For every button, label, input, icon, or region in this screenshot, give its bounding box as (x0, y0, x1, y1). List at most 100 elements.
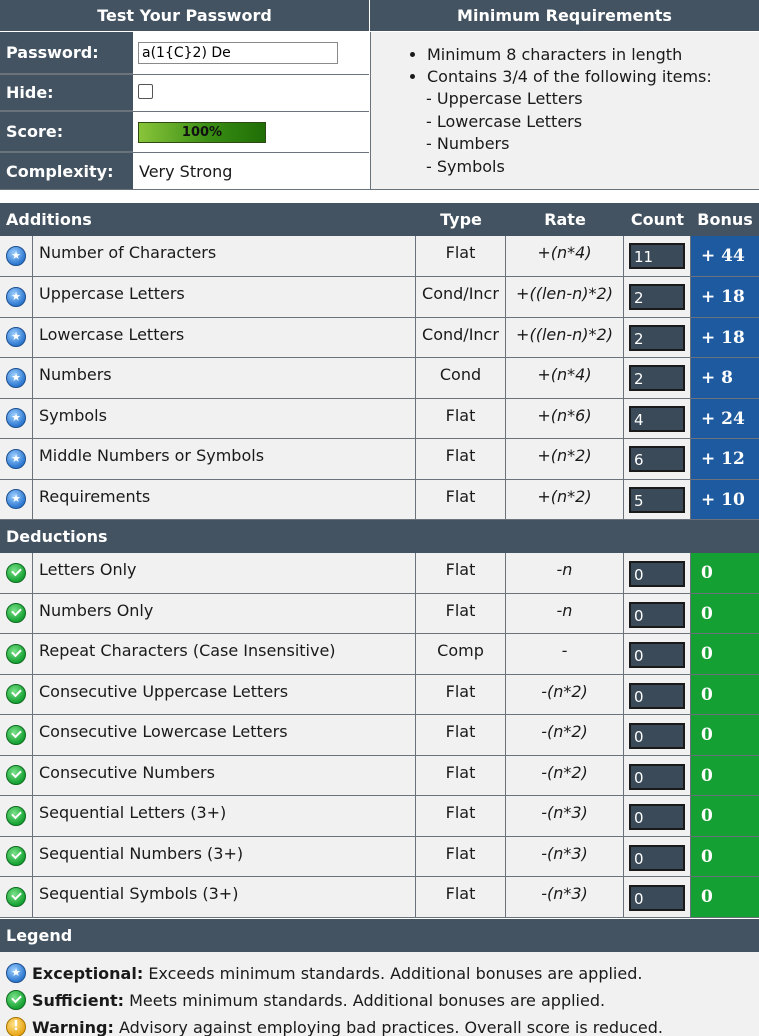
count-field: 6 (629, 446, 685, 472)
exceptional-icon: ★ (6, 963, 26, 983)
bonus-value: + 24 (691, 398, 759, 439)
exceptional-icon: ★ (6, 408, 26, 429)
criterion-name: Lowercase Letters (33, 317, 416, 358)
count-field: 0 (629, 763, 685, 790)
additions-row: ★ Middle Numbers or Symbols Flat +(n*2) 6 + 1… (0, 439, 759, 480)
complexity-value: Very Strong (139, 162, 233, 181)
requirement-item: Contains 3/4 of the following items: - U… (426, 66, 759, 178)
hide-row: Hide: (0, 75, 369, 112)
deductions-header: Deductions (0, 520, 759, 553)
bonus-value: + 18 (691, 277, 759, 318)
criterion-name: Consecutive Lowercase Letters (33, 715, 416, 756)
criterion-rate: -(n*2) (506, 755, 624, 796)
password-input[interactable] (138, 42, 338, 64)
legend-item: ★ Exceptional: Exceeds minimum standards.… (6, 960, 642, 986)
bonus-value: + 44 (691, 236, 759, 277)
criterion-rate: -n (506, 553, 624, 594)
additions-header: Additions (6, 210, 92, 229)
count-header: Count (630, 210, 685, 229)
count-field: 2 (629, 365, 685, 391)
criterion-type: Comp (416, 634, 506, 675)
criterion-rate: +((len-n)*2) (506, 277, 624, 318)
sub-requirement-item: - Lowercase Letters (426, 111, 583, 131)
bonus-value: + 8 (691, 358, 759, 399)
sufficient-icon (6, 765, 26, 786)
test-password-section: Test Your Password Minimum Requirements … (0, 0, 759, 190)
criterion-type: Flat (416, 439, 506, 480)
sufficient-icon (6, 562, 26, 583)
deductions-row: Consecutive Uppercase Letters Flat -(n*2) 0… (0, 674, 759, 715)
count-field: 4 (629, 405, 685, 432)
sufficient-icon (6, 684, 26, 705)
score-bar: 100% (138, 121, 266, 143)
bonus-value: + 18 (691, 317, 759, 358)
test-password-header: Test Your Password (0, 0, 369, 31)
sub-requirement-item: - Symbols (426, 156, 505, 176)
password-label: Password: (0, 32, 133, 74)
criterion-name: Uppercase Letters (33, 277, 416, 318)
deductions-row: Consecutive Lowercase Letters Flat -(n*2) 0… (0, 715, 759, 756)
criterion-type: Cond/Incr (416, 317, 506, 358)
additions-row: ★ Symbols Flat +(n*6) 4 + 24 (0, 398, 759, 439)
criterion-rate: -(n*2) (506, 715, 624, 756)
legend-description: Advisory against employing bad practices… (113, 1017, 663, 1036)
bonus-value: 0 (691, 796, 759, 837)
criterion-type: Cond (416, 358, 506, 399)
criterion-type: Flat (416, 398, 506, 439)
count-field: 0 (629, 723, 685, 749)
criterion-name: Symbols (33, 398, 416, 439)
sub-requirement-item: - Uppercase Letters (426, 89, 583, 108)
type-header: Type (440, 210, 482, 229)
rate-header: Rate (544, 210, 586, 229)
count-field: 0 (629, 601, 685, 628)
count-field: 0 (629, 804, 685, 830)
legend-description: Meets minimum standards. Additional bonu… (124, 990, 606, 1010)
criterion-rate: +(n*2) (506, 439, 624, 480)
exceptional-icon: ★ (6, 489, 26, 510)
sufficient-icon (6, 805, 26, 826)
complexity-row: Complexity: Very Strong (0, 153, 369, 190)
complexity-label: Complexity: (0, 153, 133, 190)
password-row: Password: (0, 32, 369, 75)
criterion-name: Middle Numbers or Symbols (33, 439, 416, 480)
legend-item: ! Warning: Advisory against employing bad… (6, 1014, 663, 1036)
bonus-value: + 10 (691, 479, 759, 520)
hide-checkbox[interactable] (138, 83, 153, 99)
bonus-value: 0 (691, 674, 759, 715)
deductions-row: Letters Only Flat -n 0 0 (0, 553, 759, 594)
bonus-value: 0 (691, 755, 759, 796)
criterion-rate: +(n*6) (506, 398, 624, 439)
bonus-value: 0 (691, 877, 759, 918)
exceptional-icon: ★ (6, 448, 26, 469)
exceptional-icon: ★ (6, 246, 26, 266)
criterion-name: Sequential Symbols (3+) (33, 877, 416, 918)
criterion-rate: -n (506, 593, 624, 634)
criterion-name: Requirements (33, 479, 416, 520)
deductions-row: Sequential Numbers (3+) Flat -(n*3) 0 0 (0, 836, 759, 877)
exceptional-icon: ★ (6, 286, 26, 307)
bonus-value: + 12 (691, 439, 759, 480)
criterion-type: Flat (416, 755, 506, 796)
minimum-requirements-panel: Minimum 8 characters in length Contains … (370, 32, 759, 189)
criterion-name: Numbers Only (33, 593, 416, 634)
criterion-rate: - (506, 634, 624, 675)
sufficient-icon (6, 603, 26, 624)
score-label: Score: (0, 112, 133, 152)
criterion-name: Sequential Numbers (3+) (33, 836, 416, 877)
criterion-name: Number of Characters (33, 236, 416, 277)
count-field: 0 (629, 885, 685, 911)
bonus-value: 0 (691, 634, 759, 675)
count-field: 2 (629, 324, 685, 351)
table-header-row: Additions Type Rate Count Bonus (0, 203, 759, 236)
criterion-name: Letters Only (33, 553, 416, 594)
legend: ★ Exceptional: Exceeds minimum standards.… (0, 952, 759, 1036)
criterion-type: Flat (416, 715, 506, 756)
criterion-rate: +(n*4) (506, 358, 624, 399)
count-field: 0 (629, 844, 685, 871)
count-field: 11 (629, 243, 685, 269)
hide-label: Hide: (0, 75, 133, 111)
deductions-row: Repeat Characters (Case Insensitive) Comp… (0, 634, 759, 675)
criterion-type: Flat (416, 796, 506, 837)
count-field: 0 (629, 682, 685, 709)
additions-row: ★ Lowercase Letters Cond/Incr +((len-n)*2) 2… (0, 317, 759, 358)
